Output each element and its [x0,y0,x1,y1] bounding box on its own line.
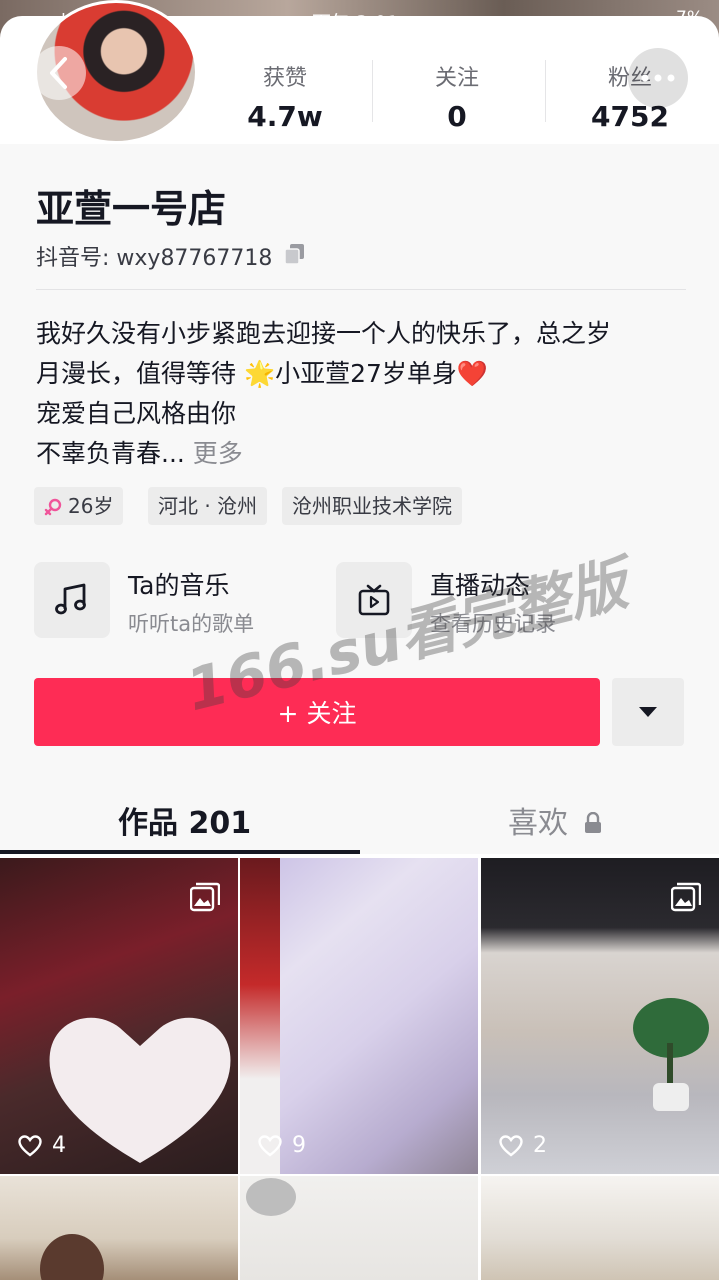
recommend-dropdown-button[interactable] [612,678,684,746]
followers-stat-value: 4752 [591,100,669,133]
age-tag-label: 26岁 [68,494,114,518]
heart-card-image [49,1017,231,1163]
tab-likes[interactable]: 喜欢 [508,798,602,842]
video-tile[interactable]: 4 [0,858,238,1174]
video-likes-count: 9 [292,1133,306,1158]
bio-more-link[interactable]: 更多 [193,439,243,468]
age-tag: 26岁 [34,487,124,525]
video-tile[interactable]: 2 [481,858,719,1174]
person-image [40,1234,104,1280]
school-tag: 沧州职业技术学院 [282,487,462,525]
divider [36,289,686,290]
following-stat-value: 0 [447,100,467,133]
caret-down-icon [639,707,657,717]
lock-icon [584,811,601,833]
video-likes-count: 4 [52,1133,66,1158]
heart-outline-icon [499,1134,523,1157]
bio-line: 月漫长，值得等待 🌟小亚萱27岁单身❤️ [36,359,489,388]
following-stat[interactable]: 关注 0 [372,60,542,133]
bio-line-text: 不辜负青春... [36,439,185,468]
image-accent [240,858,280,1174]
profile-name: 亚萱一号店 [36,187,227,231]
plant-image [633,998,709,1111]
bio-line: 不辜负青春... 更多 [36,434,686,474]
likes-stat-label: 获赞 [262,66,307,91]
video-tile[interactable] [481,1176,719,1280]
video-likes-count: 2 [533,1133,547,1158]
copy-icon[interactable] [284,243,306,265]
video-tile[interactable] [240,1176,478,1280]
profile-bio[interactable]: 我好久没有小步紧跑去迎接一个人的快乐了，总之岁 月漫长，值得等待 🌟小亚萱27岁… [36,314,686,474]
chevron-left-icon [50,57,67,89]
back-button[interactable] [32,46,86,100]
more-dots-icon [641,74,675,82]
music-icon-box [34,562,110,638]
douyin-id: 抖音号: wxy87767718 [36,246,273,271]
bio-line: 宠爱自己风格由你 [36,399,237,428]
video-tile[interactable] [0,1176,238,1280]
video-likes: 9 [258,1133,306,1158]
likes-stat[interactable]: 获赞 4.7w [200,60,370,133]
more-options-button[interactable] [628,48,688,108]
bio-line: 我好久没有小步紧跑去迎接一个人的快乐了，总之岁 [36,319,612,348]
heart-outline-icon [258,1134,282,1157]
female-icon [44,498,62,516]
image-set-icon [190,882,220,912]
following-stat-label: 关注 [434,66,479,91]
likes-stat-value: 4.7w [247,100,323,133]
video-tile[interactable]: 9 [240,858,478,1174]
music-card-title: Ta的音乐 [128,571,230,600]
video-likes: 2 [499,1133,547,1158]
ceiling-light-image [246,1178,296,1216]
music-note-icon [55,583,86,615]
video-likes: 4 [18,1133,66,1158]
heart-outline-icon [18,1134,42,1157]
image-set-icon [671,882,701,912]
tab-works[interactable]: 作品 201 [118,798,251,842]
tab-likes-label: 喜欢 [508,806,568,841]
location-tag: 河北 · 沧州 [148,487,268,525]
